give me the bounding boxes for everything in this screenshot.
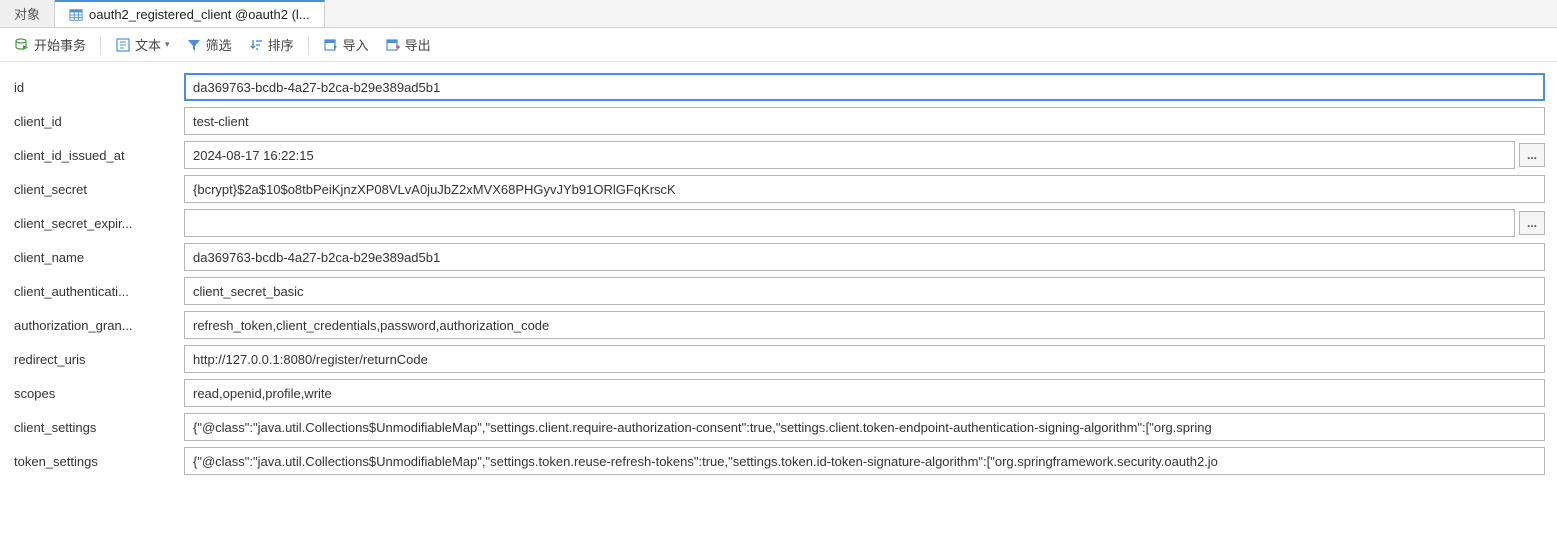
- field-row-redirect_uris: redirect_uris: [14, 342, 1545, 376]
- export-icon: [385, 37, 401, 53]
- field-wrap: [184, 345, 1545, 373]
- field-row-client_authentication_methods: client_authenticati...: [14, 274, 1545, 308]
- field-input-client_id_issued_at[interactable]: [184, 141, 1515, 169]
- field-wrap: [184, 175, 1545, 203]
- field-label-client_id_issued_at: client_id_issued_at: [14, 148, 184, 163]
- field-wrap: [184, 107, 1545, 135]
- field-label-client_secret: client_secret: [14, 182, 184, 197]
- field-row-client_id_issued_at: client_id_issued_at...: [14, 138, 1545, 172]
- field-wrap: [184, 447, 1545, 475]
- filter-button[interactable]: 筛选: [180, 31, 238, 58]
- field-label-client_secret_expires_at: client_secret_expir...: [14, 216, 184, 231]
- tab-table-active[interactable]: oauth2_registered_client @oauth2 (l...: [55, 0, 325, 27]
- table-icon: [69, 8, 83, 22]
- field-row-client_settings: client_settings: [14, 410, 1545, 444]
- field-wrap: [184, 243, 1545, 271]
- field-input-token_settings[interactable]: [184, 447, 1545, 475]
- begin-transaction-button[interactable]: 开始事务: [8, 31, 92, 58]
- filter-label: 筛选: [206, 35, 232, 54]
- field-row-authorization_grant_types: authorization_gran...: [14, 308, 1545, 342]
- field-label-client_name: client_name: [14, 250, 184, 265]
- field-label-client_id: client_id: [14, 114, 184, 129]
- sort-icon: [248, 37, 264, 53]
- dropdown-caret-icon: ▾: [165, 39, 170, 50]
- tab-objects[interactable]: 对象: [0, 0, 55, 27]
- field-label-client_settings: client_settings: [14, 420, 184, 435]
- divider: [100, 35, 101, 55]
- field-label-scopes: scopes: [14, 386, 184, 401]
- field-row-client_id: client_id: [14, 104, 1545, 138]
- tab-active-label: oauth2_registered_client @oauth2 (l...: [89, 7, 310, 22]
- text-icon: [115, 37, 131, 53]
- tab-objects-label: 对象: [14, 4, 40, 23]
- field-wrap: [184, 277, 1545, 305]
- field-input-redirect_uris[interactable]: [184, 345, 1545, 373]
- field-wrap: ...: [184, 141, 1545, 169]
- field-wrap: [184, 379, 1545, 407]
- field-row-scopes: scopes: [14, 376, 1545, 410]
- text-button[interactable]: 文本 ▾: [109, 31, 176, 58]
- begin-tx-label: 开始事务: [34, 35, 86, 54]
- field-input-authorization_grant_types[interactable]: [184, 311, 1545, 339]
- divider: [308, 35, 309, 55]
- import-label: 导入: [343, 35, 369, 54]
- field-row-client_name: client_name: [14, 240, 1545, 274]
- form-area: idclient_idclient_id_issued_at...client_…: [0, 62, 1557, 486]
- field-label-redirect_uris: redirect_uris: [14, 352, 184, 367]
- field-input-client_secret_expires_at[interactable]: [184, 209, 1515, 237]
- field-input-client_id[interactable]: [184, 107, 1545, 135]
- field-wrap: ...: [184, 209, 1545, 237]
- text-label: 文本: [135, 35, 161, 54]
- field-input-client_settings[interactable]: [184, 413, 1545, 441]
- sort-label: 排序: [268, 35, 294, 54]
- field-wrap: [184, 73, 1545, 101]
- field-row-token_settings: token_settings: [14, 444, 1545, 478]
- import-button[interactable]: 导入: [317, 31, 375, 58]
- export-label: 导出: [405, 35, 431, 54]
- field-label-id: id: [14, 80, 184, 95]
- field-input-scopes[interactable]: [184, 379, 1545, 407]
- field-input-client_name[interactable]: [184, 243, 1545, 271]
- ellipsis-button-client_id_issued_at[interactable]: ...: [1519, 143, 1545, 167]
- sort-button[interactable]: 排序: [242, 31, 300, 58]
- toolbar: 开始事务 文本 ▾ 筛选: [0, 28, 1557, 62]
- field-label-authorization_grant_types: authorization_gran...: [14, 318, 184, 333]
- tabs-bar: 对象 oauth2_registered_client @oauth2 (l..…: [0, 0, 1557, 28]
- ellipsis-button-client_secret_expires_at[interactable]: ...: [1519, 211, 1545, 235]
- field-input-client_authentication_methods[interactable]: [184, 277, 1545, 305]
- field-row-client_secret: client_secret: [14, 172, 1545, 206]
- field-label-client_authentication_methods: client_authenticati...: [14, 284, 184, 299]
- import-icon: [323, 37, 339, 53]
- play-db-icon: [14, 37, 30, 53]
- field-wrap: [184, 311, 1545, 339]
- field-wrap: [184, 413, 1545, 441]
- field-label-token_settings: token_settings: [14, 454, 184, 469]
- field-row-id: id: [14, 70, 1545, 104]
- field-input-client_secret[interactable]: [184, 175, 1545, 203]
- field-row-client_secret_expires_at: client_secret_expir......: [14, 206, 1545, 240]
- filter-icon: [186, 37, 202, 53]
- export-button[interactable]: 导出: [379, 31, 437, 58]
- field-input-id[interactable]: [184, 73, 1545, 101]
